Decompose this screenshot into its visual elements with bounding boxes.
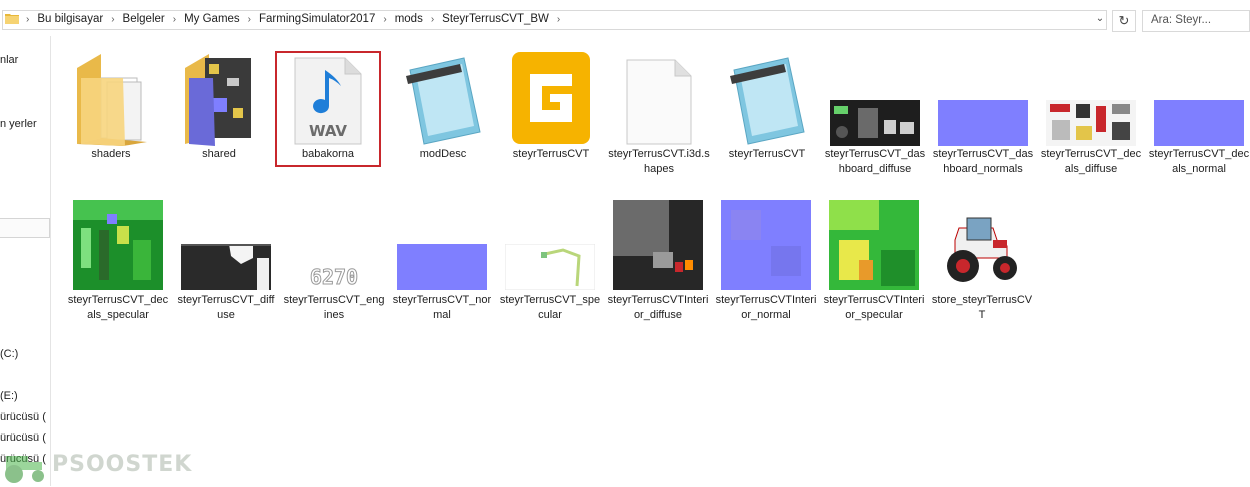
engines-thumbnail: 6270 xyxy=(283,190,385,290)
file-name: steyrTerrusCVT_specular xyxy=(499,294,601,321)
refresh-button[interactable]: ↻ xyxy=(1112,10,1136,32)
chevron-right-icon[interactable]: › xyxy=(429,14,436,25)
chevron-right-icon: › xyxy=(26,13,30,25)
interior-normal-thumbnail xyxy=(715,190,817,290)
interior-specular-thumbnail xyxy=(823,190,925,290)
chevron-down-icon[interactable]: ⌄ xyxy=(1093,12,1107,26)
decals-normal-thumbnail xyxy=(1148,46,1250,146)
decals-specular-thumbnail xyxy=(67,190,169,290)
blank-file-icon xyxy=(608,46,710,146)
tractor-image xyxy=(931,190,1033,290)
file-name: steyrTerrusCVT_decals_diffuse xyxy=(1040,148,1142,175)
dashboard-normals-thumbnail xyxy=(932,46,1034,146)
file-name: modDesc xyxy=(419,148,467,160)
watermark: PSOOSTEK xyxy=(0,450,200,486)
crumb-this-pc[interactable]: Bu bilgisayar xyxy=(31,13,109,25)
crumb-mods[interactable]: mods xyxy=(389,13,429,25)
chevron-right-icon[interactable]: › xyxy=(246,14,253,25)
address-bar[interactable]: › Bu bilgisayar › Belgeler › My Games › … xyxy=(0,8,1137,32)
nav-item-drive-c[interactable]: (C:) xyxy=(0,348,18,360)
crumb-current-folder[interactable]: SteyrTerrusCVT_BW xyxy=(436,13,555,25)
file-name: steyrTerrusCVTInterior_normal xyxy=(715,294,817,321)
file-name: store_steyrTerrusCVT xyxy=(931,294,1033,321)
tractor-logo-icon xyxy=(5,456,44,483)
crumb-farming-simulator[interactable]: FarmingSimulator2017 xyxy=(253,13,381,25)
diffuse-thumbnail xyxy=(175,190,277,290)
watermark-text: PSOOSTEK xyxy=(52,452,193,477)
file-name: steyrTerrusCVT xyxy=(728,148,806,160)
notepad-icon xyxy=(392,46,494,146)
search-input[interactable]: Ara: Steyr... xyxy=(1142,10,1250,32)
file-name: steyrTerrusCVTInterior_diffuse xyxy=(607,294,709,321)
file-name: steyrTerrusCVT_dashboard_diffuse xyxy=(824,148,926,175)
file-name: steyrTerrusCVTInterior_specular xyxy=(823,294,925,321)
interior-diffuse-thumbnail xyxy=(607,190,709,290)
nav-item-drive[interactable]: ürücüsü ( xyxy=(0,411,46,423)
normal-thumbnail xyxy=(391,190,493,290)
nav-item[interactable]: n yerler xyxy=(0,118,37,130)
chevron-right-icon[interactable]: › xyxy=(109,14,116,25)
giants-editor-icon xyxy=(500,46,602,146)
file-name: steyrTerrusCVT_decals_specular xyxy=(67,294,169,321)
selection-highlight xyxy=(275,51,381,167)
chevron-right-icon[interactable]: › xyxy=(381,14,388,25)
file-name: steyrTerrusCVT_normal xyxy=(392,294,492,321)
notepad-icon xyxy=(716,46,818,146)
file-name: steyrTerrusCVT_engines xyxy=(283,294,385,321)
file-name: steyrTerrusCVT xyxy=(512,148,590,160)
breadcrumb: › Bu bilgisayar › Belgeler › My Games › … xyxy=(24,11,562,27)
folder-icon xyxy=(168,46,270,146)
folder-icon xyxy=(5,14,19,24)
specular-thumbnail xyxy=(499,190,601,290)
file-name: steyrTerrusCVT_dashboard_normals xyxy=(932,148,1034,175)
chevron-right-icon[interactable]: › xyxy=(555,14,562,25)
file-name: steyrTerrusCVT_diffuse xyxy=(177,294,275,321)
file-name: steyrTerrusCVT.i3d.shapes xyxy=(608,148,710,175)
nav-item-drive-e[interactable]: (E:) xyxy=(0,390,18,402)
folder-icon xyxy=(60,46,162,146)
chevron-right-icon[interactable]: › xyxy=(171,14,178,25)
decals-diffuse-thumbnail xyxy=(1040,46,1142,146)
navigation-pane: nlar n yerler (C:) (E:) ürücüsü ( ürücüs… xyxy=(0,36,51,486)
scrollbar[interactable] xyxy=(0,218,50,238)
nav-item-drive[interactable]: ürücüsü ( xyxy=(0,432,46,444)
file-name: shaders xyxy=(91,148,131,160)
refresh-icon: ↻ xyxy=(1118,13,1130,28)
crumb-my-games[interactable]: My Games xyxy=(178,13,246,25)
crumb-documents[interactable]: Belgeler xyxy=(117,13,171,25)
svg-text:6270: 6270 xyxy=(310,265,358,289)
file-name: shared xyxy=(202,148,236,160)
dashboard-diffuse-thumbnail xyxy=(824,46,926,146)
file-name: steyrTerrusCVT_decals_normal xyxy=(1148,148,1250,175)
nav-item[interactable]: nlar xyxy=(0,54,18,66)
